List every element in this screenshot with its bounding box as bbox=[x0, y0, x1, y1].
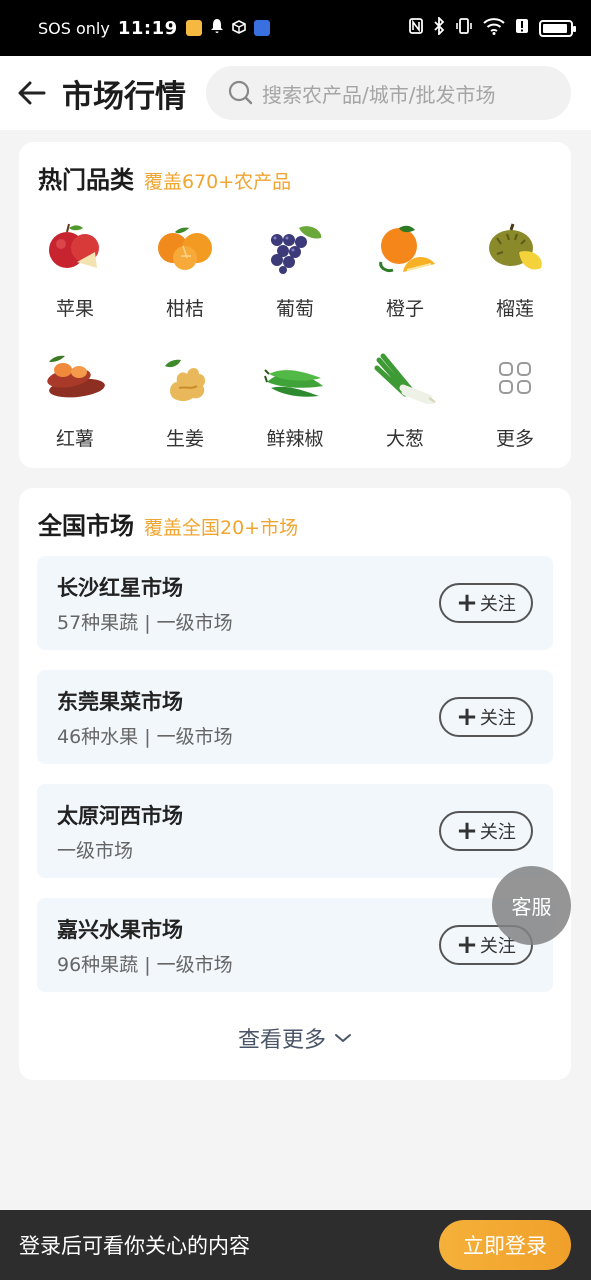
plus-icon: + bbox=[456, 702, 478, 732]
market-name: 长沙红星市场 bbox=[57, 575, 183, 600]
hot-categories-card: 热门品类 覆盖670+农产品 苹果 柑桔 葡萄 橙子 榴莲 红薯 生姜 鲜辣椒 … bbox=[19, 142, 571, 468]
market-name: 太原河西市场 bbox=[57, 803, 183, 828]
category-ginger[interactable]: 生姜 bbox=[130, 336, 240, 466]
customer-service-label: 客服 bbox=[511, 895, 552, 919]
login-prompt-bar: 登录后可看你关心的内容 立即登录 bbox=[0, 1210, 591, 1280]
notes-app-icon bbox=[185, 20, 202, 36]
app-header: 市场行情 搜索农产品/城市/批发市场 bbox=[0, 56, 591, 130]
follow-button[interactable]: + 关注 bbox=[439, 811, 533, 851]
page-title: 市场行情 bbox=[62, 78, 186, 115]
apple-icon bbox=[43, 220, 107, 276]
grape-icon bbox=[263, 220, 327, 276]
customer-service-button[interactable]: 客服 bbox=[492, 866, 571, 945]
market-item[interactable]: 长沙红星市场 57种果蔬 | 一级市场 + 关注 bbox=[37, 556, 553, 650]
category-orange[interactable]: 橙子 bbox=[350, 206, 460, 336]
bell-icon bbox=[210, 18, 224, 38]
follow-label: 关注 bbox=[479, 822, 516, 843]
category-label: 榴莲 bbox=[495, 298, 534, 320]
bluetooth-icon bbox=[433, 15, 445, 39]
vibrate-icon bbox=[455, 17, 473, 39]
markets-card: 全国市场 覆盖全国20+市场 长沙红星市场 57种果蔬 | 一级市场 + 关注 东… bbox=[19, 488, 571, 1080]
follow-label: 关注 bbox=[479, 594, 516, 615]
chevron-down-icon bbox=[335, 1034, 351, 1042]
category-label: 生姜 bbox=[165, 428, 204, 450]
view-more-link[interactable]: 查看更多 bbox=[19, 1022, 571, 1054]
sweet-potato-icon bbox=[43, 350, 107, 406]
market-name: 嘉兴水果市场 bbox=[57, 917, 183, 942]
bird-app-icon bbox=[253, 20, 270, 36]
view-more-label: 查看更多 bbox=[237, 1028, 326, 1053]
category-label: 更多 bbox=[495, 428, 534, 450]
wifi-icon bbox=[483, 17, 505, 39]
login-button[interactable]: 立即登录 bbox=[439, 1220, 571, 1270]
category-scallion[interactable]: 大葱 bbox=[350, 336, 460, 466]
category-sweet-potato[interactable]: 红薯 bbox=[20, 336, 130, 466]
search-input[interactable]: 搜索农产品/城市/批发市场 bbox=[206, 66, 571, 120]
category-label: 葡萄 bbox=[275, 298, 314, 320]
search-placeholder: 搜索农产品/城市/批发市场 bbox=[262, 82, 496, 107]
follow-button[interactable]: + 关注 bbox=[439, 583, 533, 623]
category-label: 柑桔 bbox=[165, 298, 204, 320]
market-item[interactable]: 东莞果菜市场 46种水果 | 一级市场 + 关注 bbox=[37, 670, 553, 764]
plus-icon: + bbox=[456, 930, 478, 960]
scallion-icon bbox=[373, 350, 437, 406]
market-info: 一级市场 bbox=[57, 839, 134, 862]
category-chili-pepper[interactable]: 鲜辣椒 bbox=[240, 336, 350, 466]
login-prompt-text: 登录后可看你关心的内容 bbox=[19, 1234, 250, 1258]
durian-icon bbox=[483, 220, 547, 276]
category-durian[interactable]: 榴莲 bbox=[460, 206, 570, 336]
back-arrow-icon[interactable] bbox=[16, 77, 48, 109]
hot-categories-subtitle: 覆盖670+农产品 bbox=[144, 171, 292, 193]
market-info: 96种果蔬 | 一级市场 bbox=[57, 953, 233, 976]
category-tangerine[interactable]: 柑桔 bbox=[130, 206, 240, 336]
market-name: 东莞果菜市场 bbox=[57, 689, 183, 714]
hot-categories-title: 热门品类 bbox=[38, 166, 134, 194]
status-bar: SOS only 11:19 bbox=[0, 0, 591, 56]
alert-icon bbox=[515, 18, 529, 38]
market-item[interactable]: 太原河西市场 一级市场 + 关注 bbox=[37, 784, 553, 878]
markets-title: 全国市场 bbox=[38, 512, 134, 540]
markets-subtitle: 覆盖全国20+市场 bbox=[144, 517, 299, 539]
status-time: 11:19 bbox=[117, 17, 178, 39]
follow-label: 关注 bbox=[479, 708, 516, 729]
category-label: 苹果 bbox=[55, 298, 94, 320]
market-info: 46种水果 | 一级市场 bbox=[57, 725, 233, 748]
nfc-icon bbox=[409, 18, 423, 38]
category-label: 红薯 bbox=[55, 428, 94, 450]
search-icon bbox=[228, 80, 253, 105]
category-grape[interactable]: 葡萄 bbox=[240, 206, 350, 336]
chili-pepper-icon bbox=[263, 350, 327, 406]
category-apple[interactable]: 苹果 bbox=[20, 206, 130, 336]
market-info: 57种果蔬 | 一级市场 bbox=[57, 611, 233, 634]
grid-more-icon bbox=[483, 350, 547, 406]
category-label: 大葱 bbox=[385, 428, 424, 450]
follow-button[interactable]: + 关注 bbox=[439, 697, 533, 737]
category-label: 鲜辣椒 bbox=[266, 428, 324, 450]
battery-icon bbox=[539, 19, 576, 37]
category-label: 橙子 bbox=[385, 298, 424, 320]
category-more[interactable]: 更多 bbox=[460, 336, 570, 466]
market-item[interactable]: 嘉兴水果市场 96种果蔬 | 一级市场 + 关注 bbox=[37, 898, 553, 992]
box-app-icon bbox=[231, 19, 246, 38]
tangerine-icon bbox=[153, 220, 217, 276]
plus-icon: + bbox=[456, 588, 478, 618]
orange-icon bbox=[373, 220, 437, 276]
plus-icon: + bbox=[456, 816, 478, 846]
ginger-icon bbox=[153, 350, 217, 406]
carrier-text: SOS only bbox=[38, 18, 110, 38]
